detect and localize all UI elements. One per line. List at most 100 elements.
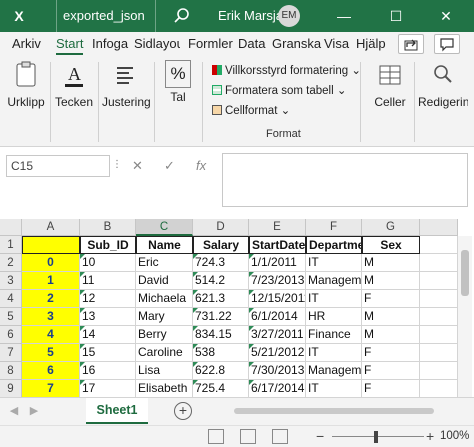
page-layout-icon[interactable] [240,429,256,444]
cell-a3[interactable]: 1 [22,272,80,290]
close-button[interactable]: ✕ [426,0,466,32]
cell-h2[interactable] [420,254,458,272]
cell-c5[interactable]: Mary [136,308,193,326]
cell-f6[interactable]: Finance [306,326,362,344]
cell-g6[interactable]: M [362,326,420,344]
spreadsheet-grid[interactable]: A B C D E F G 1 2 3 4 5 6 7 8 9 Sub_ID Name Salary StartDat… [0,219,474,398]
cell-e7[interactable]: 5/21/2012 [249,344,306,362]
cell-g5[interactable]: M [362,308,420,326]
row-header-5[interactable]: 5 [0,308,22,326]
cell-b5[interactable]: 13 [80,308,136,326]
share-button[interactable] [398,34,424,54]
zoom-slider-handle[interactable] [374,431,378,443]
cell-d2[interactable]: 724.3 [193,254,249,272]
minimize-button[interactable]: — [324,0,364,32]
cell-b2[interactable]: 10 [80,254,136,272]
row-header-6[interactable]: 6 [0,326,22,344]
tab-formler[interactable]: Formler [188,32,233,56]
cell-b6[interactable]: 14 [80,326,136,344]
format-as-table-button[interactable]: Formatera som tabell ⌄ [212,82,347,100]
cell-b7[interactable]: 15 [80,344,136,362]
cell-d9[interactable]: 725.4 [193,380,249,398]
cell-g7[interactable]: F [362,344,420,362]
cell-g9[interactable]: F [362,380,420,398]
cell-g2[interactable]: M [362,254,420,272]
cell-e3[interactable]: 7/23/2013 [249,272,306,290]
clipboard-button[interactable]: Urklipp [6,60,46,109]
enter-icon[interactable]: ✓ [164,155,175,177]
zoom-slider[interactable] [332,436,424,437]
tab-start[interactable]: Start [56,32,84,56]
column-header-e[interactable]: E [249,219,306,236]
cell-h7[interactable] [420,344,458,362]
cell-a2[interactable]: 0 [22,254,80,272]
cell-e6[interactable]: 3/27/2011 [249,326,306,344]
cell-b1[interactable]: Sub_ID [80,236,136,254]
cell-b9[interactable]: 17 [80,380,136,398]
prev-sheet-icon[interactable]: ◀ [6,402,22,420]
zoom-in-button[interactable]: + [426,428,434,444]
row-header-9[interactable]: 9 [0,380,22,398]
cell-h3[interactable] [420,272,458,290]
more-options-icon[interactable]: ⋮ [112,155,122,177]
cell-b8[interactable]: 16 [80,362,136,380]
maximize-button[interactable]: ☐ [376,0,416,32]
document-title[interactable]: exported_json [56,0,156,32]
cell-g8[interactable]: F [362,362,420,380]
cell-a7[interactable]: 5 [22,344,80,362]
tab-data[interactable]: Data [238,32,265,56]
cell-e5[interactable]: 6/1/2014 [249,308,306,326]
cell-e2[interactable]: 1/1/2011 [249,254,306,272]
comments-button[interactable] [434,34,460,54]
column-header-d[interactable]: D [193,219,249,236]
cell-h5[interactable] [420,308,458,326]
cell-a4[interactable]: 2 [22,290,80,308]
tab-hjalp[interactable]: Hjälp [356,32,386,56]
tab-infoga[interactable]: Infoga [92,32,128,56]
cell-c2[interactable]: Eric [136,254,193,272]
cell-d6[interactable]: 834.15 [193,326,249,344]
name-box[interactable]: C15 [6,155,110,177]
tab-arkiv[interactable]: Arkiv [12,32,41,56]
cell-d8[interactable]: 622.8 [193,362,249,380]
cell-e4[interactable]: 12/15/2011 [249,290,306,308]
cell-g1[interactable]: Sex [362,236,420,254]
cell-e8[interactable]: 7/30/2013 [249,362,306,380]
cell-e9[interactable]: 6/17/2014 [249,380,306,398]
avatar[interactable]: EM [278,5,300,27]
cell-d7[interactable]: 538 [193,344,249,362]
next-sheet-icon[interactable]: ▶ [26,402,42,420]
cell-d3[interactable]: 514.2 [193,272,249,290]
font-button[interactable]: A Tecken [54,60,94,109]
cell-c9[interactable]: Elisabeth [136,380,193,398]
search-icon[interactable] [172,6,192,26]
cell-f4[interactable]: IT [306,290,362,308]
tab-granska[interactable]: Granska [272,32,321,56]
row-header-7[interactable]: 7 [0,344,22,362]
page-break-icon[interactable] [272,429,288,444]
editing-button[interactable]: Redigering [418,60,468,109]
cell-e1[interactable]: StartDate [249,236,306,254]
cell-h9[interactable] [420,380,458,398]
scroll-thumb[interactable] [461,250,469,296]
alignment-button[interactable]: Justering [102,60,151,109]
cell-f1[interactable]: Department [306,236,362,254]
cell-a1[interactable] [22,236,80,254]
row-header-1[interactable]: 1 [0,236,22,254]
number-button[interactable]: % Tal [160,60,196,104]
conditional-formatting-button[interactable]: Villkorsstyrd formatering ⌄ [212,62,361,80]
cell-f5[interactable]: HR [306,308,362,326]
vertical-scrollbar[interactable] [458,236,472,397]
cell-b4[interactable]: 12 [80,290,136,308]
scroll-thumb[interactable] [234,408,434,414]
user-name[interactable]: Erik Marsja [218,0,283,32]
cell-h8[interactable] [420,362,458,380]
row-header-8[interactable]: 8 [0,362,22,380]
cell-h1[interactable] [420,236,458,254]
insert-function-icon[interactable]: fx [196,155,206,177]
cell-f2[interactable]: IT [306,254,362,272]
cell-h4[interactable] [420,290,458,308]
cell-f9[interactable]: IT [306,380,362,398]
cell-c1[interactable]: Name [136,236,193,254]
cell-styles-button[interactable]: Cellformat ⌄ [212,102,290,120]
